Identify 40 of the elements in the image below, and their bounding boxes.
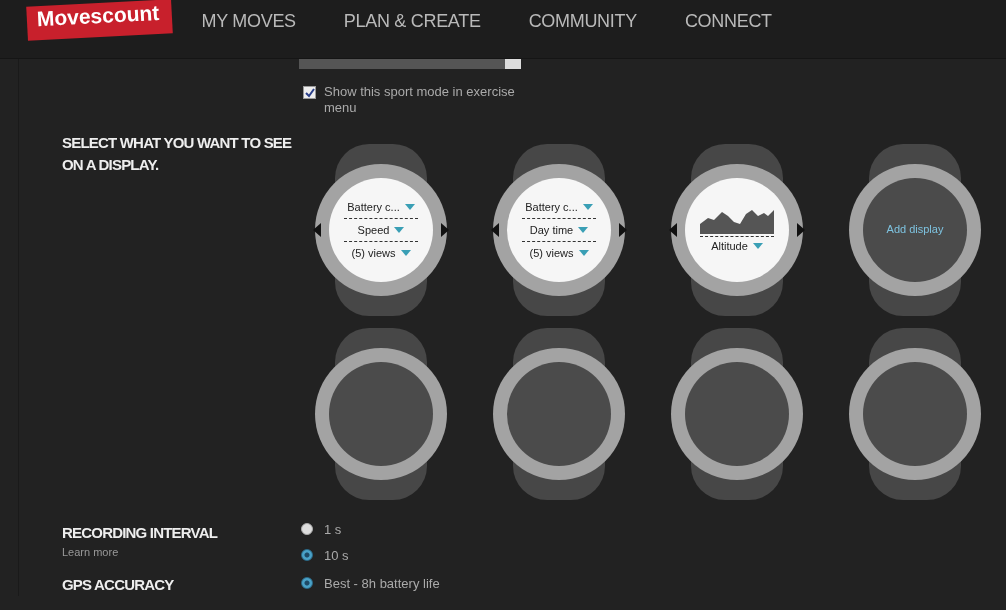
nav-link[interactable]: COMMUNITY (528, 11, 637, 32)
nav-link[interactable]: PLAN & CREATE (343, 11, 481, 32)
caret-icon (400, 250, 411, 256)
caret-icon (582, 204, 593, 210)
checkbox-label: Show this sport mode in exercise menu (324, 84, 516, 116)
left-arrow-icon[interactable] (313, 223, 321, 237)
display-field-dropdown[interactable]: Battery c... (344, 196, 418, 219)
radio-label: 1 s (324, 521, 342, 537)
display-field-dropdown[interactable]: Speed (344, 219, 418, 242)
right-arrow-icon[interactable] (619, 223, 627, 237)
section-title: GPS ACCURACY (62, 575, 175, 595)
checkbox[interactable] (303, 86, 316, 99)
nav-link[interactable]: CONNECT (684, 11, 772, 32)
radio-label: Best - 8h battery life (324, 575, 440, 591)
radio-button[interactable] (301, 549, 313, 561)
section-title: RECORDING INTERVAL (62, 523, 219, 543)
caret-icon (404, 204, 415, 210)
nav-link[interactable]: MY MOVES (201, 11, 296, 32)
caret-icon (752, 242, 763, 249)
radio-label: 10 s (324, 547, 349, 563)
radio-button[interactable] (301, 523, 313, 535)
learn-more-link[interactable]: Learn more (62, 546, 301, 558)
display-field-dropdown[interactable]: Battery c... (522, 196, 596, 219)
check-icon (304, 87, 315, 98)
display-field-dropdown[interactable]: Altitude (700, 235, 774, 257)
left-arrow-icon[interactable] (669, 223, 677, 237)
right-arrow-icon[interactable] (797, 223, 805, 237)
caret-icon (578, 227, 589, 233)
display-field-dropdown[interactable]: (5) views (522, 242, 596, 264)
section-title: SELECT WHAT YOU WANT TO SEE ON A DISPLAY. (62, 133, 293, 175)
logo[interactable]: Movescount (26, 0, 173, 41)
display-field-dropdown[interactable]: (5) views (344, 242, 418, 264)
caret-icon (578, 250, 589, 256)
radio-button[interactable] (301, 577, 313, 589)
caret-icon (394, 227, 405, 233)
left-arrow-icon[interactable] (491, 223, 499, 237)
dropdown-field[interactable] (299, 59, 521, 69)
add-display-link[interactable]: Add display (845, 223, 985, 235)
right-arrow-icon[interactable] (441, 223, 449, 237)
display-field-dropdown[interactable]: Day time (522, 219, 596, 242)
